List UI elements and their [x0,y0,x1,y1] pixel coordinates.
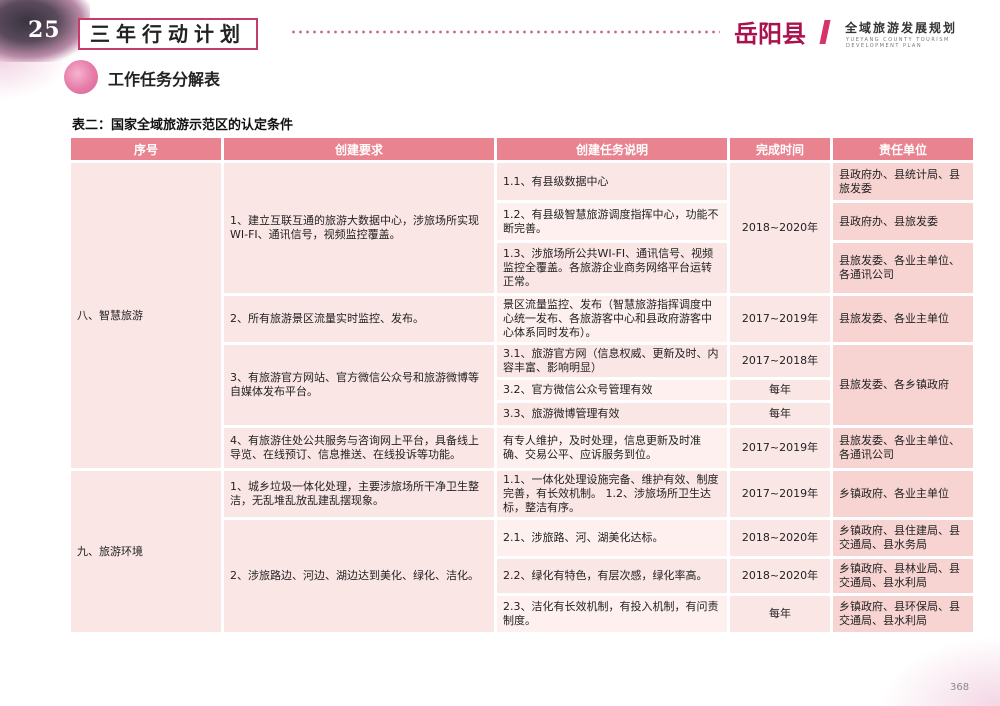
unit-cell: 县旅发委、各业主单位 [833,296,973,342]
col-header-task: 创建任务说明 [497,138,727,160]
requirement-cell: 1、城乡垃圾一体化处理，主要涉旅场所干净卫生整洁，无乱堆乱放乱建乱摆现象。 [224,471,494,517]
time-cell: 每年 [730,380,830,400]
task-cell: 1.1、有县级数据中心 [497,163,727,200]
section-bullet-icon [64,60,98,94]
table-caption: 表二：国家全域旅游示范区的认定条件 [72,118,294,133]
unit-cell: 县旅发委、各业主单位、各通讯公司 [833,428,973,468]
table-row: 九、旅游环境 1、城乡垃圾一体化处理，主要涉旅场所干净卫生整洁，无乱堆乱放乱建乱… [71,471,973,632]
requirement-cell: 4、有旅游住处公共服务与咨询网上平台，具备线上导览、在线预订、信息推送、在线投诉… [224,428,494,468]
time-cell: 2018~2020年 [730,520,830,556]
task-cell: 1.1、一体化处理设施完备、维护有效、制度完善，有长效机制。 1.2、涉旅场所卫… [497,471,727,517]
brand-subtitle: 全域旅游发展规划 [845,21,958,35]
decorative-blossom [880,636,1000,706]
requirement-cell: 3、有旅游官方网站、官方微信公众号和旅游微博等自媒体发布平台。 [224,345,494,425]
time-cell: 每年 [730,596,830,632]
task-cell: 2.2、绿化有特色，有层次感，绿化率高。 [497,559,727,593]
chapter-badge: 25 [28,17,61,43]
task-table: 序号 创建要求 创建任务说明 完成时间 责任单位 八、智慧旅游 1、建立互联互通… [68,135,976,635]
table-header-row: 序号 创建要求 创建任务说明 完成时间 责任单位 [71,138,973,160]
requirement-cell: 2、所有旅游景区流量实时监控、发布。 [224,296,494,342]
col-header-index: 序号 [71,138,221,160]
brand-logo: 岳阳县 [734,19,806,48]
category-cell: 八、智慧旅游 [71,163,221,468]
task-cell: 3.2、官方微信公众号管理有效 [497,380,727,400]
unit-cell: 乡镇政府、县住建局、县交通局、县水务局 [833,520,973,556]
col-header-time: 完成时间 [730,138,830,160]
page-header: 25 三年行动计划 岳阳县 全域旅游发展规划 YUEYANG COUNTY TO… [0,0,1000,62]
unit-cell: 乡镇政府、县林业局、县交通局、县水利局 [833,559,973,593]
col-header-unit: 责任单位 [833,138,973,160]
task-cell: 3.1、旅游官方网（信息权威、更新及时、内容丰富、影响明显） [497,345,727,377]
task-cell: 1.2、有县级智慧旅游调度指挥中心，功能不断完善。 [497,203,727,240]
task-cell: 景区流量监控、发布（智慧旅游指挥调度中心统一发布、各旅游客中心和县政府游客中心体… [497,296,727,342]
time-cell: 每年 [730,403,830,425]
unit-cell: 乡镇政府、各业主单位 [833,471,973,517]
time-cell: 2018~2020年 [730,163,830,293]
requirement-cell: 2、涉旅路边、河边、湖边达到美化、绿化、洁化。 [224,520,494,632]
unit-cell: 县政府办、县旅发委 [833,203,973,240]
task-cell: 1.3、涉旅场所公共WI-FI、通讯信号、视频监控全覆盖。各旅游企业商务网络平台… [497,243,727,293]
brand-mark-icon [819,20,831,44]
time-cell: 2017~2019年 [730,471,830,517]
page-number: 368 [950,682,970,693]
task-cell: 有专人维护，及时处理，信息更新及时准确、交易公平、应诉服务到位。 [497,428,727,468]
brand-english: YUEYANG COUNTY TOURISM DEVELOPMENT PLAN [846,37,950,49]
unit-cell: 县政府办、县统计局、县旅发委 [833,163,973,200]
time-cell: 2017~2018年 [730,345,830,377]
unit-cell: 县旅发委、各乡镇政府 [833,345,973,425]
requirement-cell: 1、建立互联互通的旅游大数据中心，涉旅场所实现WI-FI、通讯信号，视频监控覆盖… [224,163,494,293]
task-cell: 2.3、洁化有长效机制，有投入机制，有问责制度。 [497,596,727,632]
header-title: 三年行动计划 [78,18,258,50]
table-row: 八、智慧旅游 1、建立互联互通的旅游大数据中心，涉旅场所实现WI-FI、通讯信号… [71,163,973,468]
time-cell: 2017~2019年 [730,428,830,468]
col-header-requirement: 创建要求 [224,138,494,160]
unit-cell: 县旅发委、各业主单位、各通讯公司 [833,243,973,293]
time-cell: 2017~2019年 [730,296,830,342]
task-cell: 3.3、旅游微博管理有效 [497,403,727,425]
section-title: 工作任务分解表 [108,70,221,89]
task-cell: 2.1、涉旅路、河、湖美化达标。 [497,520,727,556]
dotted-divider [290,30,720,34]
category-cell: 九、旅游环境 [71,471,221,632]
unit-cell: 乡镇政府、县环保局、县交通局、县水利局 [833,596,973,632]
time-cell: 2018~2020年 [730,559,830,593]
